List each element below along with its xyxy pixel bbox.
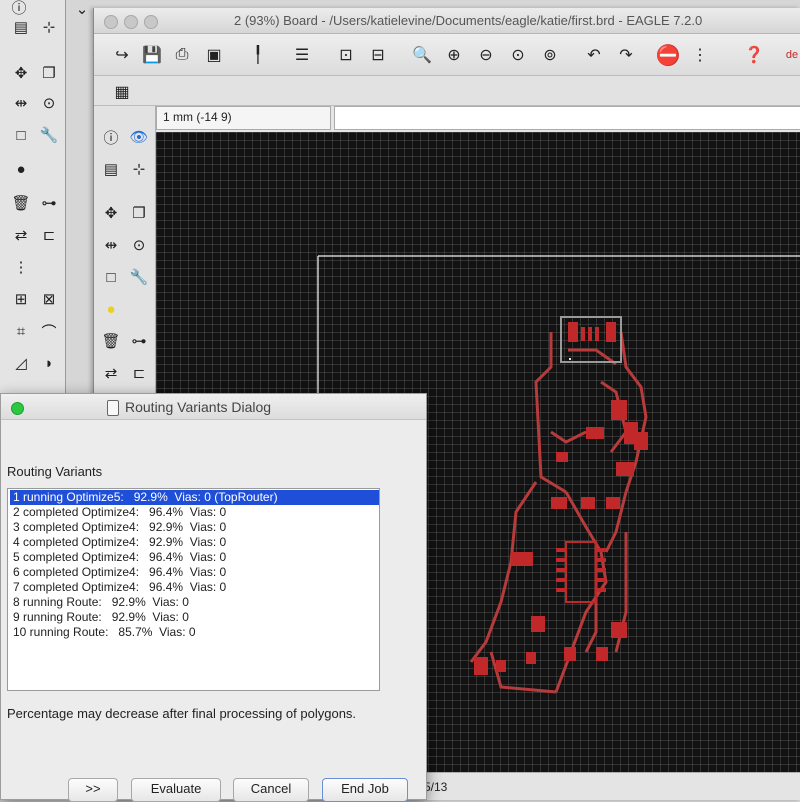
cancel-button[interactable]: Cancel xyxy=(233,778,309,802)
lock-icon[interactable]: ⊏ xyxy=(36,222,62,248)
zoom-redraw-icon[interactable]: ⊙ xyxy=(504,41,532,69)
route-icon[interactable]: ⊠ xyxy=(36,286,62,312)
schematic-icon[interactable]: ⊟ xyxy=(364,41,392,69)
evaluate-button[interactable]: Evaluate xyxy=(131,778,221,802)
scroll-up-icon[interactable]: ⌄ xyxy=(72,0,92,22)
group-icon[interactable]: □ xyxy=(98,264,124,290)
copy-icon[interactable]: ❐ xyxy=(36,60,62,86)
end-job-button[interactable]: End Job xyxy=(322,778,408,802)
close-window-button[interactable] xyxy=(104,15,118,29)
dialog-title: Routing Variants Dialog xyxy=(125,399,272,415)
rotate-icon[interactable]: ⊙ xyxy=(36,90,62,116)
mark-icon[interactable]: ⊹ xyxy=(36,14,62,40)
silkscreen-labels xyxy=(569,358,571,360)
list-item[interactable]: 4 completed Optimize4: 92.9% Vias: 0 xyxy=(10,535,379,550)
zoom-out-icon[interactable]: ⊖ xyxy=(472,41,500,69)
show-icon[interactable]: 👁 xyxy=(126,124,152,150)
print-icon[interactable]: ⎙ xyxy=(168,41,196,69)
document-icon xyxy=(107,400,119,416)
window-titlebar: 2 (93%) Board - /Users/katielevine/Docum… xyxy=(94,8,800,34)
list-item[interactable]: 6 completed Optimize4: 96.4% Vias: 0 xyxy=(10,565,379,580)
stop-icon[interactable]: ⛔ xyxy=(654,41,682,69)
script-icon[interactable]: ╿ xyxy=(244,41,272,69)
status-text: 5/13 xyxy=(424,780,448,794)
layers-icon[interactable]: ▤ xyxy=(98,156,124,182)
layers-icon[interactable]: ▤ xyxy=(8,14,34,40)
replace-icon[interactable]: ⇄ xyxy=(8,222,34,248)
info-icon[interactable]: ⓘ xyxy=(98,124,124,150)
run-icon[interactable]: ☰ xyxy=(288,41,316,69)
cam-icon[interactable]: ▣ xyxy=(200,41,228,69)
list-item[interactable]: 8 running Route: 92.9% Vias: 0 xyxy=(10,595,379,610)
dialog-titlebar: Routing Variants Dialog xyxy=(1,394,426,420)
list-item[interactable]: 5 completed Optimize4: 96.4% Vias: 0 xyxy=(10,550,379,565)
mark-icon[interactable]: ⊹ xyxy=(126,156,152,182)
text-icon[interactable]: ◗ xyxy=(36,350,62,376)
delete-icon[interactable]: 🗑 xyxy=(98,328,124,354)
copper-parts xyxy=(474,316,648,675)
add-icon[interactable]: ⊶ xyxy=(126,328,152,354)
replace-icon[interactable]: ⇄ xyxy=(98,360,124,386)
command-line-input[interactable] xyxy=(334,106,800,130)
more-button[interactable]: >> xyxy=(68,778,118,802)
coordinate-display: 1 mm (-14 9) xyxy=(156,106,331,130)
window-title: 2 (93%) Board - /Users/katielevine/Docum… xyxy=(234,13,703,28)
mirror-icon[interactable]: ⇹ xyxy=(8,90,34,116)
list-item[interactable]: 9 running Route: 92.9% Vias: 0 xyxy=(10,610,379,625)
zoom-window-button[interactable] xyxy=(144,15,158,29)
split-icon[interactable]: ⋮ xyxy=(8,254,34,280)
move-icon[interactable]: ✥ xyxy=(98,200,124,226)
open-icon[interactable]: ↪ xyxy=(108,41,136,69)
rotate-icon[interactable]: ⊙ xyxy=(126,232,152,258)
zoom-in-icon[interactable]: ⊕ xyxy=(440,41,468,69)
add-icon[interactable]: ⊶ xyxy=(36,190,62,216)
polygon-note: Percentage may decrease after final proc… xyxy=(7,706,357,721)
grid-icon[interactable]: ▦ xyxy=(108,78,136,106)
miter-icon[interactable]: ⌒ xyxy=(36,318,62,344)
board-icon[interactable]: ⊡ xyxy=(332,41,360,69)
go-icon[interactable]: ⋮ xyxy=(686,41,714,69)
optimize-icon[interactable]: ⊞ xyxy=(8,286,34,312)
dialog-close-button[interactable] xyxy=(11,402,24,415)
undo-icon[interactable]: ↶ xyxy=(580,41,608,69)
paste-icon[interactable]: ● xyxy=(8,156,34,182)
list-item[interactable]: 7 completed Optimize4: 96.4% Vias: 0 xyxy=(10,580,379,595)
copy-icon[interactable]: ❐ xyxy=(126,200,152,226)
edge-label: de xyxy=(785,49,799,61)
control-panel-window: ⓘ ▤ ⊹ ✥ ❐ ⇹ ⊙ □ 🔧 ● 🗑 ⊶ ⇄ ⊏ ⋮ ⊞ ⊠ ⌗ ⌒ ◿ … xyxy=(0,0,88,400)
grid-toolbar: ▦ xyxy=(94,76,800,106)
routing-variants-list[interactable]: 1 running Optimize5: 92.9% Vias: 0 (TopR… xyxy=(7,488,380,691)
change-icon[interactable]: 🔧 xyxy=(36,122,62,148)
zoom-select-icon[interactable]: ⊚ xyxy=(536,41,564,69)
section-label: Routing Variants xyxy=(7,464,103,479)
mirror-icon[interactable]: ⇹ xyxy=(98,232,124,258)
move-icon[interactable]: ✥ xyxy=(8,60,34,86)
list-item[interactable]: 3 completed Optimize4: 92.9% Vias: 0 xyxy=(10,520,379,535)
list-item[interactable]: 1 running Optimize5: 92.9% Vias: 0 (TopR… xyxy=(10,490,379,505)
change-icon[interactable]: 🔧 xyxy=(126,264,152,290)
routing-variants-dialog: Routing Variants Dialog Routing Variants… xyxy=(0,393,427,802)
minimize-window-button[interactable] xyxy=(124,15,138,29)
paste-icon[interactable]: ● xyxy=(98,296,124,322)
main-toolbar: ↪ 💾 ⎙ ▣ ╿ ☰ ⊡ ⊟ 🔍 ⊕ ⊖ ⊙ ⊚ ↶ ↷ ⛔ ⋮ ❓ de xyxy=(94,34,800,76)
save-icon[interactable]: 💾 xyxy=(138,41,166,69)
ripup-icon[interactable]: ⌗ xyxy=(8,318,34,344)
help-icon[interactable]: ❓ xyxy=(740,41,768,69)
delete-icon[interactable]: 🗑 xyxy=(8,190,34,216)
group-icon[interactable]: □ xyxy=(8,122,34,148)
zoom-fit-icon[interactable]: 🔍 xyxy=(408,41,436,69)
lock-icon[interactable]: ⊏ xyxy=(126,360,152,386)
redo-icon[interactable]: ↷ xyxy=(612,41,640,69)
list-item[interactable]: 2 completed Optimize4: 96.4% Vias: 0 xyxy=(10,505,379,520)
wire-icon[interactable]: ◿ xyxy=(8,350,34,376)
list-item[interactable]: 10 running Route: 85.7% Vias: 0 xyxy=(10,625,379,640)
